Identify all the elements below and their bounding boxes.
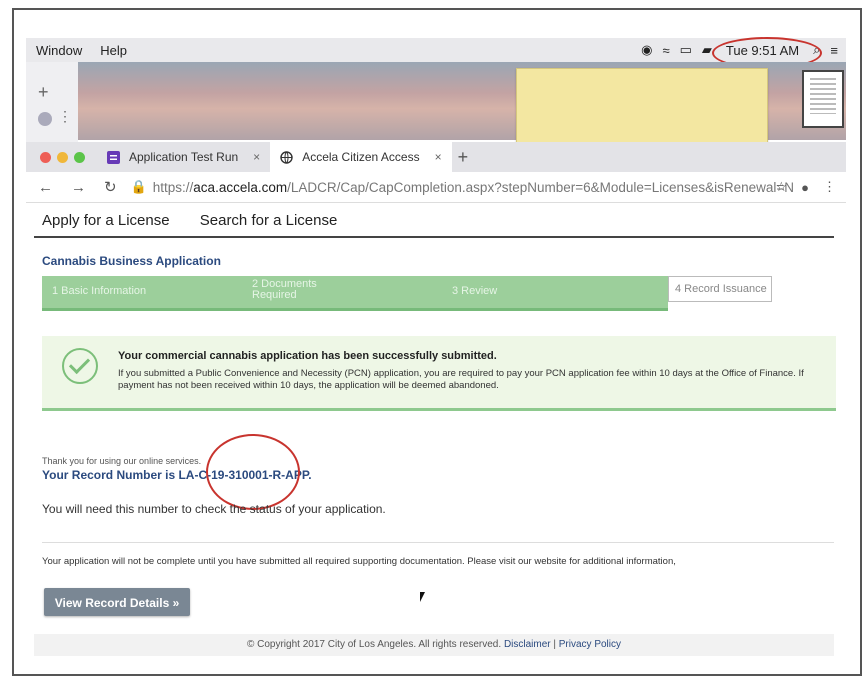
lock-icon[interactable]: 🔒 [131,179,147,195]
os-menubar: Window Help ◉ ≈ ▭ ▰ Tue 9:51 AM ⌕ ≡ [26,36,846,69]
application-title: Cannabis Business Application [42,254,221,268]
footer-privacy-link[interactable]: Privacy Policy [559,639,621,650]
divider [42,542,834,543]
battery-icon[interactable]: ▰ [702,42,712,58]
tab-application-test-run[interactable]: Application Test Run × [97,142,270,172]
more-icon[interactable]: ⋮ [58,108,72,125]
success-message: Your commercial cannabis application has… [42,336,836,411]
address-bar: ← → ↻ 🔒 https://aca.accela.com/LADCR/Cap… [26,172,846,203]
forward-icon[interactable]: → [71,179,86,196]
window-controls [40,151,85,163]
step-documents-required: 2 Documents Required [252,278,317,301]
menubar-status: ◉ ≈ ▭ ▰ Tue 9:51 AM ⌕ ≡ [641,36,838,69]
success-body: If you submitted a Public Convenience an… [118,368,804,391]
record-icon[interactable]: ◉ [641,42,652,58]
page-content: Apply for a License Search for a License… [34,206,836,656]
plus-icon[interactable]: + [38,82,49,103]
nav-apply-license[interactable]: Apply for a License [42,212,170,229]
airplay-icon[interactable]: ▭ [680,42,692,58]
mouse-cursor-icon [420,592,425,602]
thanks-text: Thank you for using our online services. [42,456,202,466]
footer-disclaimer-link[interactable]: Disclaimer [504,639,551,650]
tab-close-icon[interactable]: × [253,142,260,172]
tab-close-icon[interactable]: × [435,142,442,172]
url-text[interactable]: https://aca.accela.com/LADCR/Cap/CapComp… [153,180,794,195]
step-basic-information: 1 Basic Information [52,285,147,297]
globe-icon [280,151,293,164]
tab-label: Application Test Run [129,150,239,164]
annotation-circle [206,434,300,510]
site-nav: Apply for a License Search for a License [42,212,363,229]
bookmark-star-icon[interactable]: ☆ [775,179,787,195]
tab-label: Accela Citizen Access [302,150,420,164]
success-heading: Your commercial cannabis application has… [118,350,497,362]
clock[interactable]: Tue 9:51 AM [711,36,823,69]
menu-help[interactable]: Help [100,43,127,58]
document-thumbnail[interactable] [802,70,844,128]
close-window-icon[interactable] [40,151,51,163]
browser-tabstrip: Application Test Run × Accela Citizen Ac… [26,142,846,172]
nav-divider [34,236,834,238]
menu-kebab-icon[interactable]: ⋮ [823,179,836,195]
step-review: 3 Review [452,285,498,297]
forms-icon [107,151,120,164]
profile-icon[interactable]: ● [801,180,809,195]
menu-window[interactable]: Window [36,43,82,58]
control-center-icon[interactable]: ≡ [830,43,838,58]
progress-steps: 1 Basic Information 2 Documents Required… [42,276,668,311]
footer: © Copyright 2017 City of Los Angeles. Al… [34,634,834,656]
incomplete-notice: Your application will not be complete un… [42,556,676,567]
window-edge: + ⋮ [26,62,78,142]
wifi-icon[interactable]: ≈ [662,43,669,58]
footer-copyright: © Copyright 2017 City of Los Angeles. Al… [246,639,502,650]
need-number-text: You will need this number to check the s… [42,502,386,516]
user-icon[interactable] [38,112,52,126]
nav-search-license[interactable]: Search for a License [200,212,338,229]
tab-accela-citizen-access[interactable]: Accela Citizen Access × [270,142,452,172]
minimize-window-icon[interactable] [57,151,68,163]
reload-icon[interactable]: ↻ [104,178,117,196]
step-record-issuance: 4 Record Issuance [668,276,772,302]
zoom-window-icon[interactable] [74,151,85,163]
new-tab-icon[interactable]: + [458,147,469,168]
back-icon[interactable]: ← [38,179,53,196]
checkmark-icon [62,348,98,384]
view-record-details-button[interactable]: View Record Details » [44,588,190,616]
